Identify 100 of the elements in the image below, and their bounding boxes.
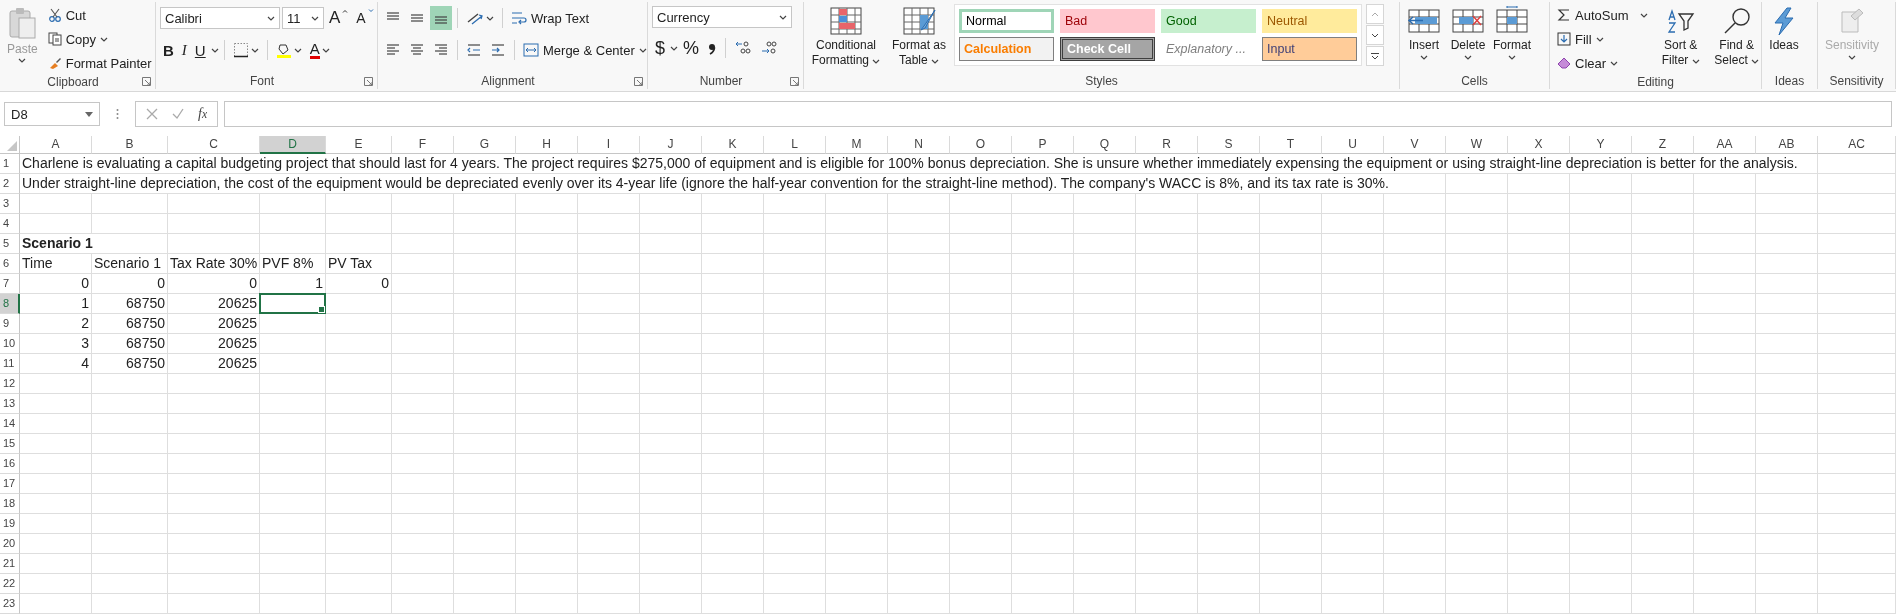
column-header[interactable]: D	[260, 136, 326, 154]
column-header[interactable]: V	[1384, 136, 1446, 154]
column-header[interactable]: AB	[1756, 136, 1818, 154]
column-header[interactable]: AC	[1818, 136, 1896, 154]
row-header[interactable]: 9	[0, 314, 20, 334]
row-header[interactable]: 16	[0, 454, 20, 474]
column-header[interactable]: I	[578, 136, 640, 154]
number-format-dropdown[interactable]: Currency	[652, 6, 792, 28]
format-as-table-button[interactable]: Format as Table	[888, 4, 950, 70]
column-header[interactable]: J	[640, 136, 702, 154]
caret-icon	[311, 15, 319, 21]
copy-icon	[47, 32, 62, 46]
group-label: Ideas	[1773, 74, 1806, 88]
column-header[interactable]: U	[1322, 136, 1384, 154]
column-header[interactable]: Z	[1632, 136, 1694, 154]
column-header[interactable]: P	[1012, 136, 1074, 154]
row-header[interactable]: 21	[0, 554, 20, 574]
bold-button[interactable]: B	[160, 38, 177, 62]
percent-button[interactable]: %	[680, 36, 703, 60]
row-header[interactable]: 10	[0, 334, 20, 354]
fill-button[interactable]: Fill	[1554, 28, 1651, 50]
cell-style-option[interactable]: Normal	[959, 9, 1054, 33]
italic-button[interactable]: I	[178, 38, 190, 62]
column-header[interactable]: S	[1198, 136, 1260, 154]
column-header[interactable]: K	[702, 136, 764, 154]
row-header[interactable]: 22	[0, 574, 20, 594]
caret-icon	[779, 14, 787, 20]
column-header[interactable]: Y	[1570, 136, 1632, 154]
row-header[interactable]: 1	[0, 154, 20, 174]
currency-button[interactable]: $	[652, 36, 668, 60]
column-header[interactable]: F	[392, 136, 454, 154]
row-header[interactable]: 12	[0, 374, 20, 394]
column-header[interactable]: X	[1508, 136, 1570, 154]
column-header[interactable]: T	[1260, 136, 1322, 154]
cell-style-option[interactable]: Good	[1161, 9, 1256, 33]
row-header[interactable]: 8	[0, 294, 20, 314]
grow-font-button[interactable]: A	[326, 6, 352, 30]
find-select-button[interactable]: Find & Select	[1710, 4, 1763, 70]
column-header[interactable]: A	[20, 136, 92, 154]
wrap-text-button[interactable]: Wrap Text	[508, 7, 593, 29]
row-header[interactable]: 15	[0, 434, 20, 454]
row-header[interactable]: 11	[0, 354, 20, 374]
format-cells-button[interactable]: Format	[1492, 4, 1532, 62]
font-size-dropdown[interactable]: 11	[282, 7, 324, 29]
cell-text: 20625	[168, 354, 260, 374]
column-header[interactable]: O	[950, 136, 1012, 154]
ideas-button[interactable]: Ideas	[1766, 4, 1802, 55]
row-header[interactable]: 14	[0, 414, 20, 434]
row-header[interactable]: 13	[0, 394, 20, 414]
conditional-formatting-button[interactable]: Conditional Formatting	[808, 4, 884, 70]
column-header[interactable]: N	[888, 136, 950, 154]
bottom-align-button[interactable]	[430, 6, 452, 30]
column-header[interactable]: H	[516, 136, 578, 154]
column-header[interactable]: Q	[1074, 136, 1136, 154]
row-header[interactable]: 5	[0, 234, 20, 254]
row-header[interactable]: 20	[0, 534, 20, 554]
clear-button[interactable]: Clear	[1554, 52, 1651, 74]
cell-style-option[interactable]: Input	[1262, 37, 1357, 61]
cell-style-option[interactable]: Bad	[1060, 9, 1155, 33]
row-header[interactable]: 3	[0, 194, 20, 214]
formula-input[interactable]	[224, 101, 1892, 127]
column-header[interactable]: L	[764, 136, 826, 154]
format-painter-button[interactable]: Format Painter	[44, 52, 155, 74]
sort-filter-button[interactable]: Sort & Filter	[1654, 4, 1707, 70]
caret-icon	[1639, 12, 1648, 18]
column-header[interactable]: R	[1136, 136, 1198, 154]
column-header[interactable]: M	[826, 136, 888, 154]
autosum-button[interactable]: AutoSum	[1554, 4, 1651, 26]
selected-cell[interactable]	[259, 293, 326, 314]
column-header[interactable]: W	[1446, 136, 1508, 154]
row-header[interactable]: 6	[0, 254, 20, 274]
row-header[interactable]: 18	[0, 494, 20, 514]
delete-cells-button[interactable]: Delete	[1448, 4, 1488, 62]
merge-center-button[interactable]: Merge & Center	[520, 39, 650, 61]
underline-button[interactable]: U	[191, 38, 209, 62]
font-color-button[interactable]: A	[306, 38, 333, 62]
cell-text: 68750	[92, 314, 168, 334]
row-header[interactable]: 17	[0, 474, 20, 494]
column-header[interactable]: AA	[1694, 136, 1756, 154]
caret-icon	[210, 47, 219, 53]
row-header[interactable]: 23	[0, 594, 20, 614]
column-header[interactable]: E	[326, 136, 392, 154]
row-header[interactable]: 19	[0, 514, 20, 534]
cell-style-option[interactable]: Neutral	[1262, 9, 1357, 33]
column-header[interactable]: B	[92, 136, 168, 154]
cell-text: 4	[20, 354, 92, 374]
name-box[interactable]: D8	[4, 102, 100, 126]
shrink-font-button[interactable]: A	[353, 6, 377, 30]
column-header[interactable]: C	[168, 136, 260, 154]
insert-cells-button[interactable]: Insert	[1404, 4, 1444, 62]
more-styles-button[interactable]	[1366, 46, 1384, 66]
row-header[interactable]: 4	[0, 214, 20, 234]
cell-text: 0	[20, 274, 92, 294]
row-header[interactable]: 2	[0, 174, 20, 194]
font-name-dropdown[interactable]: Calibri	[160, 7, 280, 29]
cut-button[interactable]: Cut	[44, 4, 155, 26]
row-header[interactable]: 7	[0, 274, 20, 294]
copy-button[interactable]: Copy	[44, 28, 155, 50]
close-icon	[146, 108, 158, 120]
column-header[interactable]: G	[454, 136, 516, 154]
